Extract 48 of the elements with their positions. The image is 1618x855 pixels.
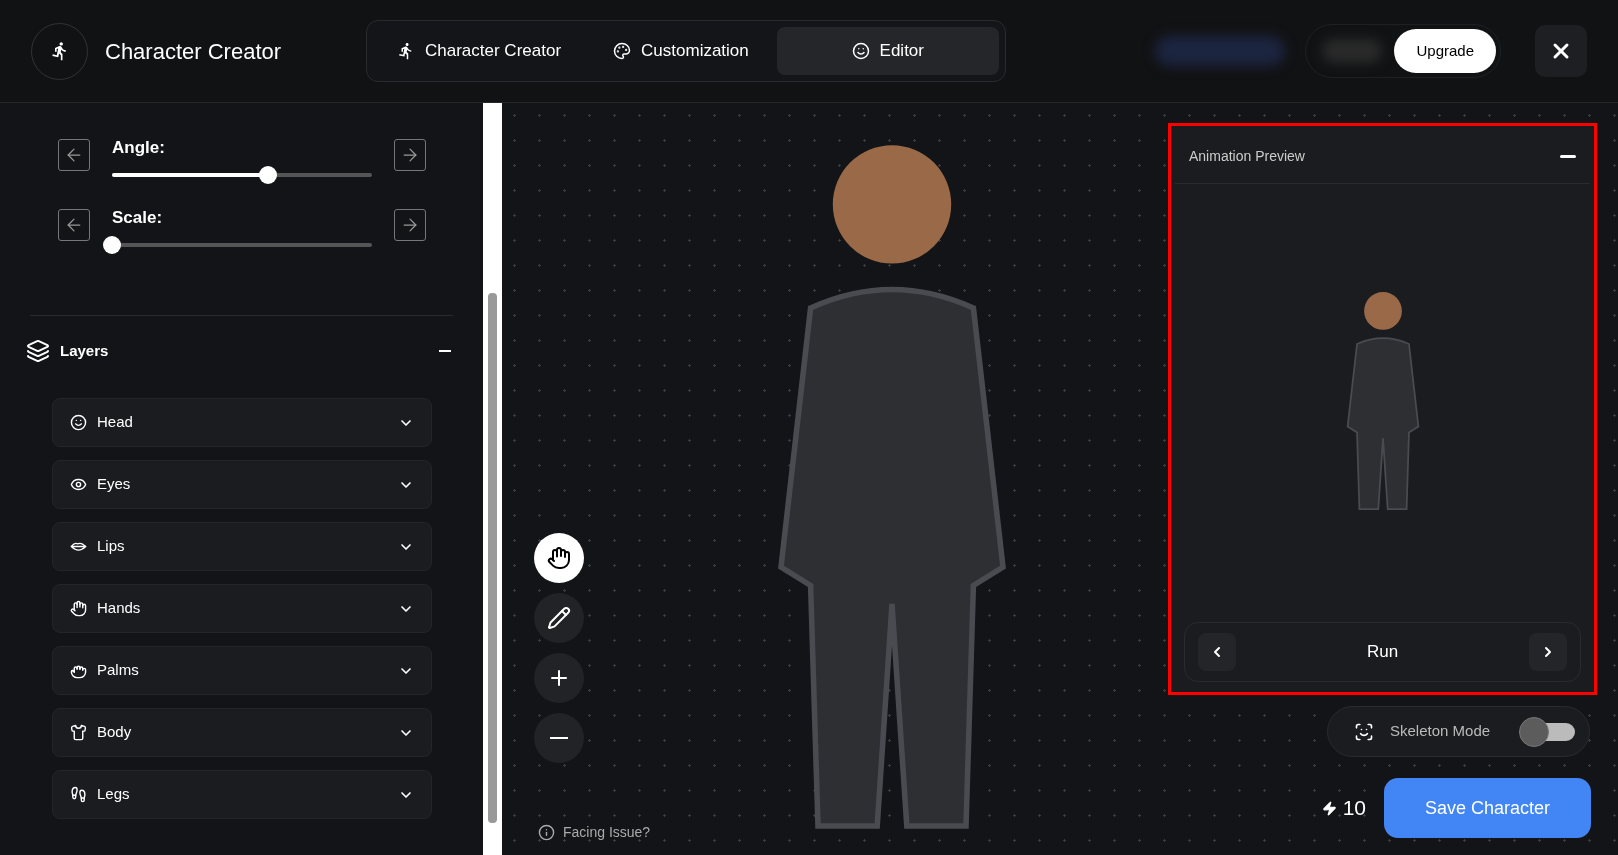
palette-icon: [613, 42, 632, 60]
hand-icon: [70, 600, 87, 617]
tool-button[interactable]: [534, 533, 584, 583]
save-character-button[interactable]: Save Character: [1384, 778, 1591, 838]
layer-item[interactable]: Eyes: [52, 460, 432, 509]
scrollbar-thumb[interactable]: [488, 293, 497, 823]
layers-icon: [26, 339, 50, 363]
section-title: Layers: [60, 340, 109, 361]
arrow-left-button[interactable]: [58, 209, 90, 241]
lightning-icon: [1321, 800, 1337, 816]
upgrade-button[interactable]: Upgrade: [1394, 29, 1496, 73]
minimize-icon: [1560, 155, 1576, 158]
tab[interactable]: Editor: [776, 27, 999, 75]
smiley-icon: [70, 414, 87, 431]
minus-icon: [439, 350, 451, 352]
layer-item[interactable]: Body: [52, 708, 432, 757]
scrollbar[interactable]: [483, 103, 502, 855]
layer-item[interactable]: Legs: [52, 770, 432, 819]
tab[interactable]: Character Creator: [373, 27, 586, 75]
info-icon: [538, 824, 555, 841]
tool-button[interactable]: [534, 593, 584, 643]
layer-item[interactable]: Hands: [52, 584, 432, 633]
hand-icon: [547, 546, 571, 570]
toggle-label: Skeleton Mode: [1390, 721, 1492, 742]
help-link[interactable]: Facing Issue?: [563, 822, 651, 843]
tool-button[interactable]: [534, 653, 584, 703]
tab[interactable]: Customization: [589, 27, 773, 75]
layer-item[interactable]: Palms: [52, 646, 432, 695]
arrow-right-button[interactable]: [394, 209, 426, 241]
shirt-icon: [70, 724, 87, 741]
panel-title: Animation Preview: [1189, 147, 1305, 166]
layer-item[interactable]: Lips: [52, 522, 432, 571]
slider-thumb[interactable]: [103, 235, 121, 254]
app-title: Character Creator: [105, 37, 282, 66]
slider-label: Scale:: [112, 207, 164, 229]
smiley-icon: [851, 42, 870, 60]
animation-name: Run: [1366, 641, 1399, 664]
toggle-switch[interactable]: [1519, 716, 1575, 747]
slider-label: Angle:: [112, 137, 166, 159]
close-button[interactable]: [1535, 25, 1587, 77]
eye-icon: [70, 476, 87, 493]
arrow-left-button[interactable]: [58, 139, 90, 171]
layer-item[interactable]: Head: [52, 398, 432, 447]
arrow-right-button[interactable]: [394, 139, 426, 171]
slider-thumb[interactable]: [259, 165, 277, 184]
minus-icon: [550, 737, 568, 739]
credit-count: 10: [1342, 795, 1366, 822]
pencil-icon: [547, 606, 571, 630]
